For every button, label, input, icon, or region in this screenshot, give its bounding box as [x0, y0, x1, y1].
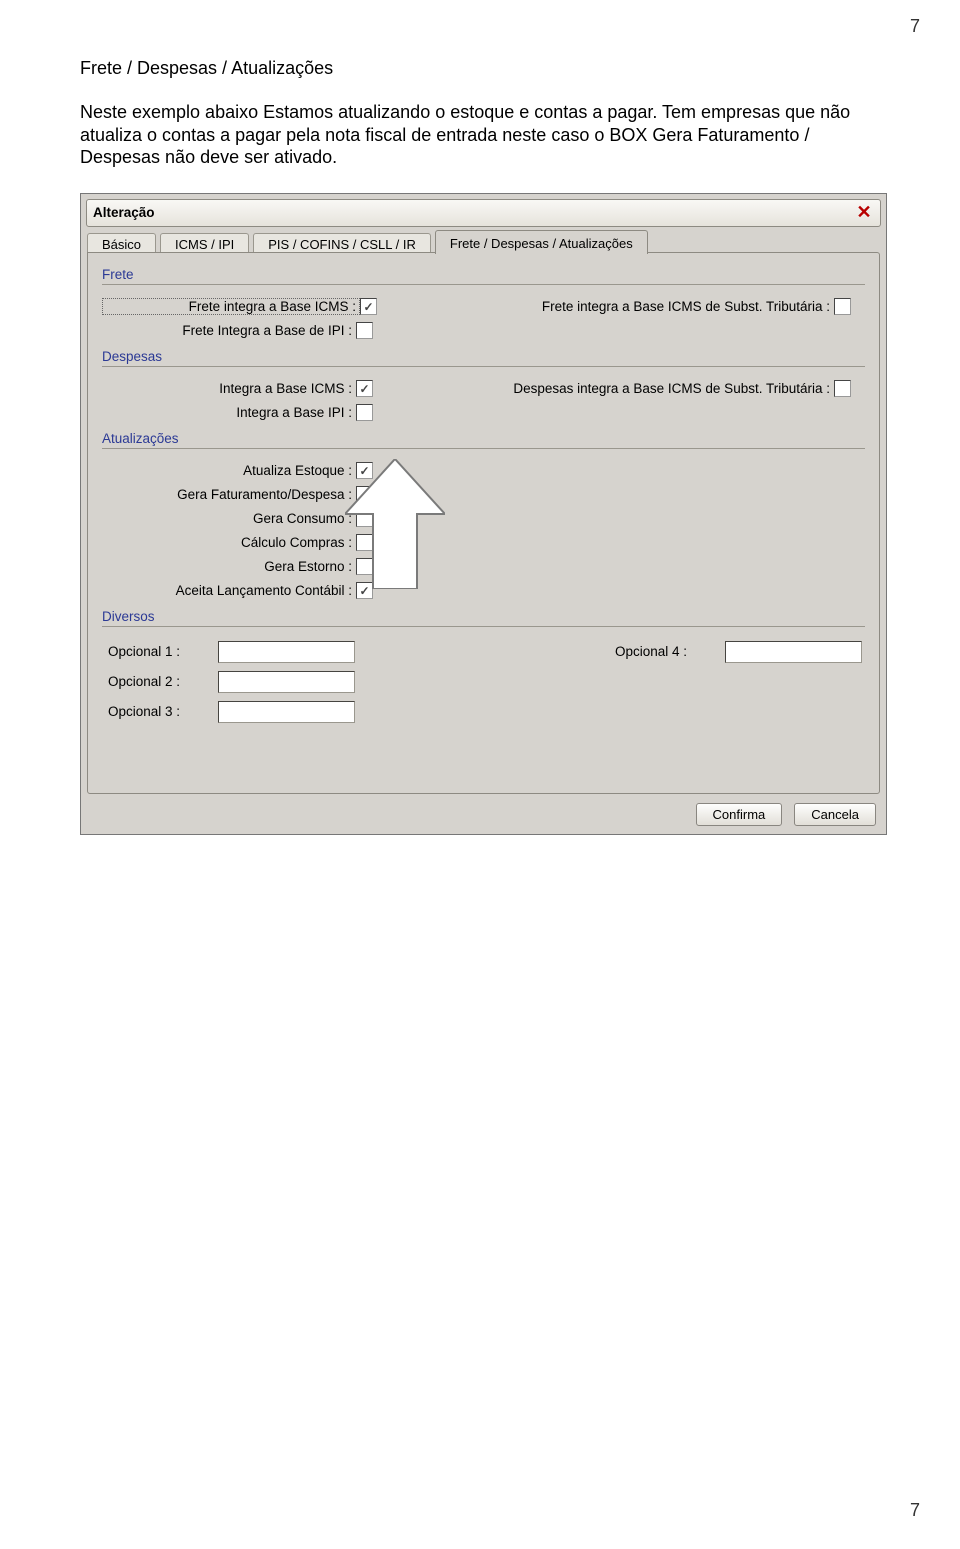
divider [102, 284, 865, 285]
label-gera-faturamento: Gera Faturamento/Despesa : [102, 487, 356, 502]
input-opcional-2[interactable] [218, 671, 355, 693]
divider [102, 366, 865, 367]
tab-icms-ipi[interactable]: ICMS / IPI [160, 233, 249, 254]
input-opcional-1[interactable] [218, 641, 355, 663]
page: 7 Frete / Despesas / Atualizações Neste … [0, 0, 960, 1549]
tab-frete-despesas[interactable]: Frete / Despesas / Atualizações [435, 230, 648, 254]
row-frete-icms: Frete integra a Base ICMS : Frete integr… [102, 295, 865, 319]
heading: Frete / Despesas / Atualizações [80, 58, 880, 79]
page-number-top: 7 [910, 16, 920, 37]
page-number-bottom: 7 [910, 1500, 920, 1521]
checkbox-despesas-base-ipi[interactable] [356, 404, 373, 421]
window-title: Alteração [93, 205, 155, 220]
row-gera-estorno: Gera Estorno : [102, 555, 865, 579]
row-opcional-1: Opcional 1 : Opcional 4 : [102, 637, 865, 667]
label-frete-base-ipi: Frete Integra a Base de IPI : [102, 323, 356, 338]
checkbox-frete-base-icms[interactable] [360, 298, 377, 315]
section-atualizacoes: Atualizações [102, 431, 865, 446]
titlebar: Alteração ✕ [86, 199, 881, 227]
label-lanc-contabil: Aceita Lançamento Contábil : [102, 583, 356, 598]
label-opcional-2: Opcional 2 : [102, 674, 218, 689]
label-despesas-base-icms: Integra a Base ICMS : [102, 381, 356, 396]
cancel-button[interactable]: Cancela [794, 803, 876, 826]
label-despesas-subst: Despesas integra a Base ICMS de Subst. T… [470, 381, 834, 396]
row-despesas-ipi: Integra a Base IPI : [102, 401, 865, 425]
section-diversos: Diversos [102, 609, 865, 624]
label-gera-consumo: Gera Consumo : [102, 511, 356, 526]
close-icon[interactable]: ✕ [854, 203, 874, 223]
row-gera-consumo: Gera Consumo : [102, 507, 865, 531]
label-gera-estorno: Gera Estorno : [102, 559, 356, 574]
tabs: Básico ICMS / IPI PIS / COFINS / CSLL / … [87, 228, 880, 254]
input-opcional-4[interactable] [725, 641, 862, 663]
row-opcional-3: Opcional 3 : [102, 697, 865, 727]
screenshot-window: Alteração ✕ Básico ICMS / IPI PIS / COFI… [80, 193, 887, 835]
label-despesas-base-ipi: Integra a Base IPI : [102, 405, 356, 420]
row-lanc-contabil: Aceita Lançamento Contábil : [102, 579, 865, 603]
label-calculo-compras: Cálculo Compras : [102, 535, 356, 550]
tab-pis-cofins[interactable]: PIS / COFINS / CSLL / IR [253, 233, 431, 254]
label-frete-base-icms: Frete integra a Base ICMS : [102, 298, 360, 315]
row-despesas-icms: Integra a Base ICMS : Despesas integra a… [102, 377, 865, 401]
section-frete: Frete [102, 267, 865, 282]
row-gera-faturamento: Gera Faturamento/Despesa : [102, 483, 865, 507]
checkbox-despesas-base-icms[interactable] [356, 380, 373, 397]
checkbox-lanc-contabil[interactable] [356, 582, 373, 599]
checkbox-frete-base-ipi[interactable] [356, 322, 373, 339]
checkbox-gera-estorno[interactable] [356, 558, 373, 575]
checkbox-despesas-subst[interactable] [834, 380, 851, 397]
checkbox-gera-faturamento[interactable] [356, 486, 373, 503]
section-despesas: Despesas [102, 349, 865, 364]
label-atualiza-estoque: Atualiza Estoque : [102, 463, 356, 478]
checkbox-gera-consumo[interactable] [356, 510, 373, 527]
intro-paragraph: Neste exemplo abaixo Estamos atualizando… [80, 101, 880, 169]
row-opcional-2: Opcional 2 : [102, 667, 865, 697]
row-calculo-compras: Cálculo Compras : [102, 531, 865, 555]
confirm-button[interactable]: Confirma [696, 803, 783, 826]
label-opcional-4: Opcional 4 : [615, 644, 725, 659]
divider [102, 626, 865, 627]
row-atualiza-estoque: Atualiza Estoque : [102, 459, 865, 483]
tab-basico[interactable]: Básico [87, 233, 156, 254]
input-opcional-3[interactable] [218, 701, 355, 723]
label-opcional-3: Opcional 3 : [102, 704, 218, 719]
row-frete-ipi: Frete Integra a Base de IPI : [102, 319, 865, 343]
tab-panel: Frete Frete integra a Base ICMS : Frete … [87, 252, 880, 794]
label-frete-subst: Frete integra a Base ICMS de Subst. Trib… [470, 299, 834, 314]
label-opcional-1: Opcional 1 : [102, 644, 218, 659]
checkbox-atualiza-estoque[interactable] [356, 462, 373, 479]
dialog-buttons: Confirma Cancela [696, 803, 876, 826]
checkbox-frete-subst[interactable] [834, 298, 851, 315]
divider [102, 448, 865, 449]
checkbox-calculo-compras[interactable] [356, 534, 373, 551]
